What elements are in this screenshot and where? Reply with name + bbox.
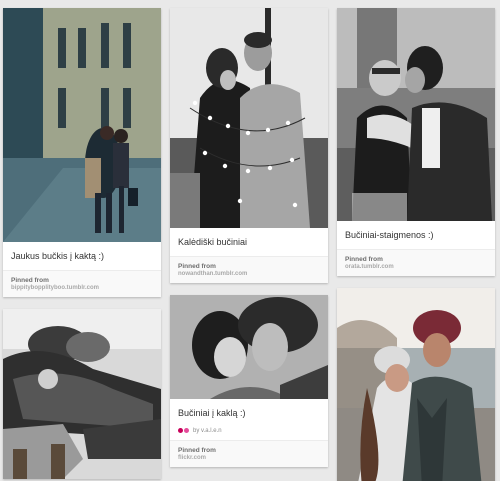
pin-image[interactable]: [3, 309, 161, 480]
user-avatar-icon: [184, 428, 189, 433]
pin-image[interactable]: [337, 8, 495, 221]
pin-description: Bučiniai į kaklą :): [178, 408, 246, 419]
pinned-by: by v.a.l.e.n: [170, 428, 328, 440]
pin-description: Jaukus bučkis į kaktą :): [11, 251, 105, 261]
pin-card[interactable]: Kalėdiški bučiniai Pinned from nowandtha…: [170, 8, 328, 284]
pin-image[interactable]: [170, 8, 328, 228]
pin-column-3: Bučiniai-staigmenos :) Pinned from orata…: [337, 8, 495, 481]
pinned-from: Pinned from flickr.com: [170, 439, 328, 467]
pin-source-link[interactable]: nowandthan.tumblr.com: [178, 271, 320, 277]
pinned-by-user[interactable]: by v.a.l.e.n: [193, 428, 222, 434]
pin-description: Bučiniai-staigmenos :): [345, 230, 434, 240]
pinned-from: Pinned from orata.tumblr.com: [337, 249, 495, 277]
pin-card[interactable]: [337, 288, 495, 481]
pin-card[interactable]: [3, 309, 161, 480]
user-avatar-icon: [178, 428, 183, 433]
pin-column-2: Kalėdiški bučiniai Pinned from nowandtha…: [170, 8, 328, 479]
pin-column-1: Jaukus bučkis į kaktą :) Pinned from bip…: [3, 8, 161, 481]
pin-source-link[interactable]: flickr.com: [178, 455, 320, 461]
pin-image[interactable]: [3, 8, 161, 242]
pin-card[interactable]: Bučiniai į kaklą :) by v.a.l.e.n Pinned …: [170, 295, 328, 467]
pinned-from-label: Pinned from: [11, 277, 49, 285]
pin-image[interactable]: [170, 295, 328, 400]
pinned-from-label: Pinned from: [178, 263, 216, 271]
pin-card[interactable]: Bučiniai-staigmenos :) Pinned from orata…: [337, 8, 495, 277]
pin-source-link[interactable]: orata.tumblr.com: [345, 264, 487, 270]
pinned-from-label: Pinned from: [345, 256, 383, 264]
pin-card[interactable]: Jaukus bučkis į kaktą :) Pinned from bip…: [3, 8, 161, 298]
pin-description: Kalėdiški bučiniai: [178, 237, 248, 247]
pinned-from: Pinned from bippitybopplityboo.tumblr.co…: [3, 270, 161, 298]
pin-source-link[interactable]: bippitybopplityboo.tumblr.com: [11, 285, 153, 291]
pinned-from-label: Pinned from: [178, 446, 216, 454]
pin-image[interactable]: [337, 288, 495, 481]
pinned-from: Pinned from nowandthan.tumblr.com: [170, 256, 328, 284]
